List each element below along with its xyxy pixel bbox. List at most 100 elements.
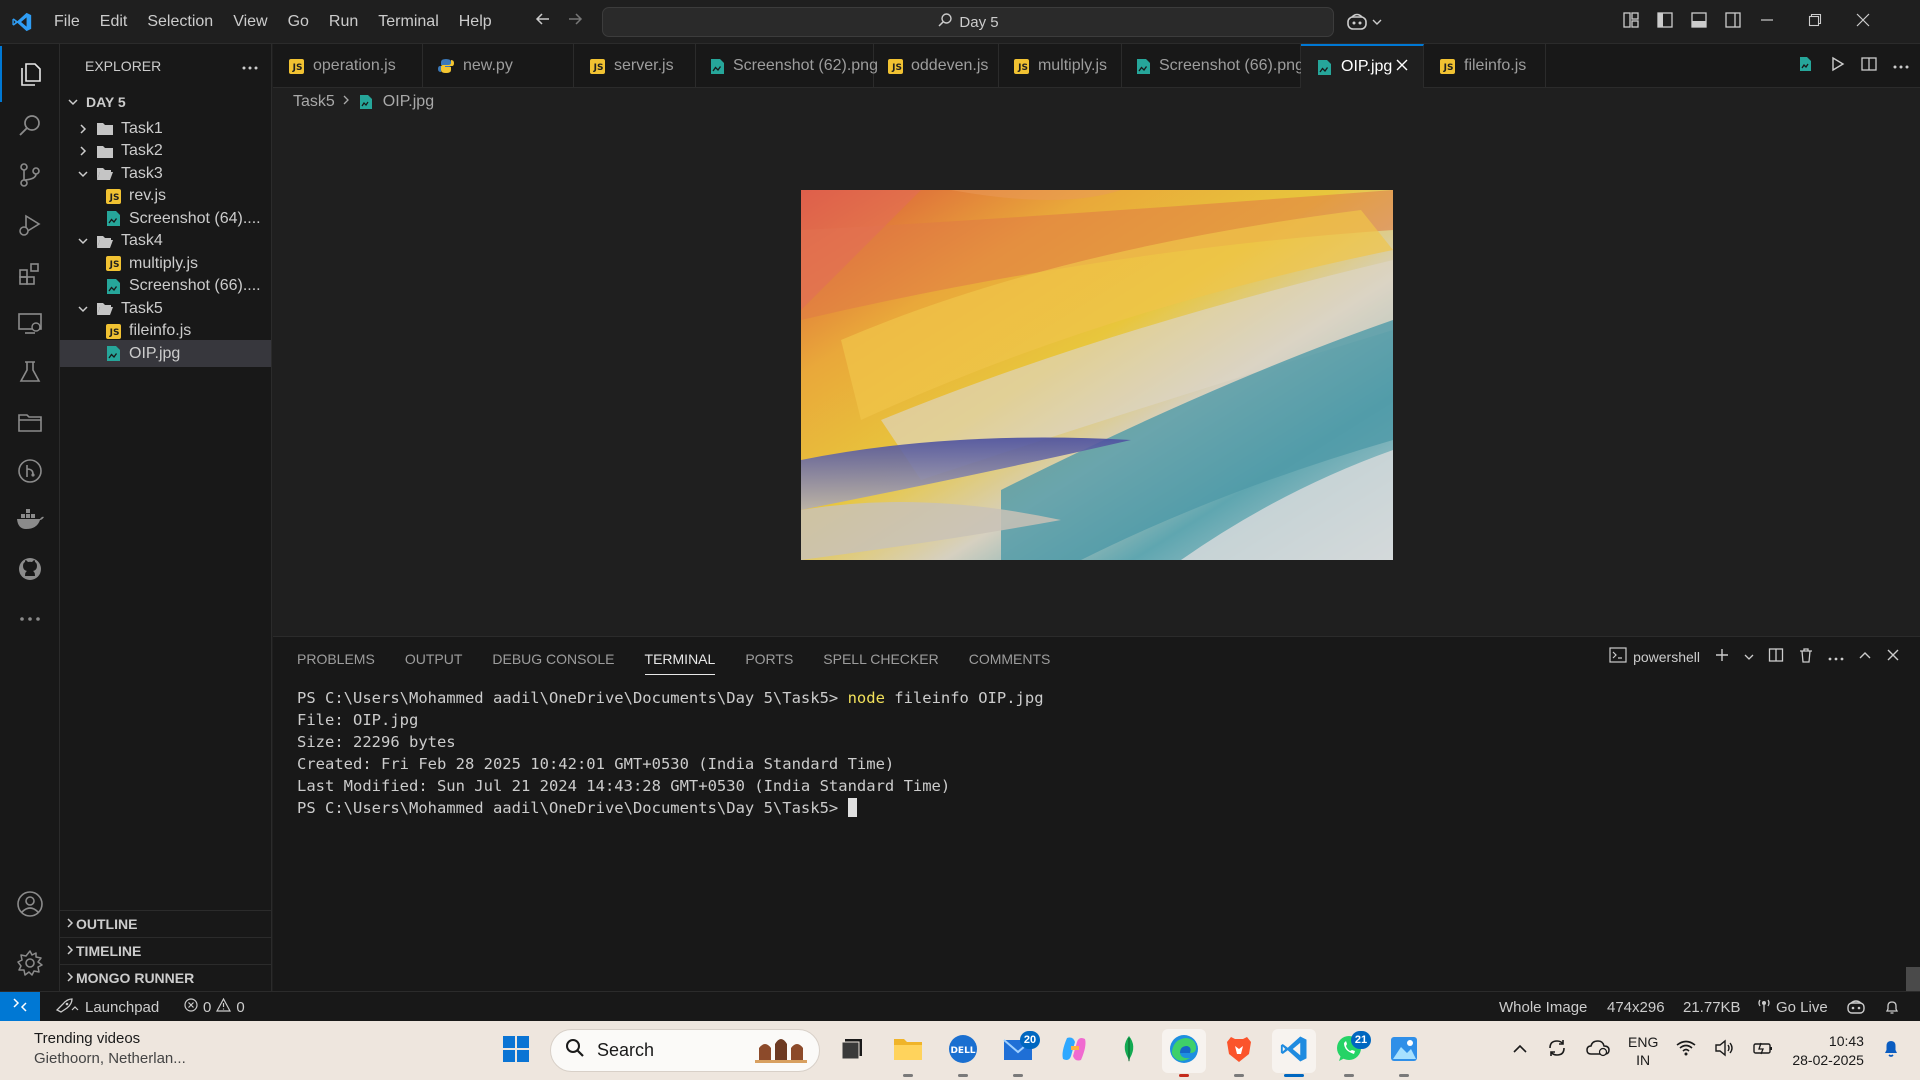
split-terminal-icon[interactable] bbox=[1768, 647, 1784, 666]
more-panel-actions-icon[interactable] bbox=[1828, 649, 1844, 665]
panel-tab-comments[interactable]: COMMENTS bbox=[969, 649, 1051, 675]
editor-tab[interactable]: OIP.jpg bbox=[1301, 44, 1424, 88]
notifications-bell-icon[interactable] bbox=[1884, 992, 1900, 1022]
run-debug-icon[interactable] bbox=[0, 196, 60, 252]
show-hidden-icons-chevron-icon[interactable] bbox=[1512, 1042, 1528, 1060]
terminal-profile-selector[interactable]: powershell bbox=[1609, 647, 1700, 666]
taskbar-dell-app[interactable]: DELL bbox=[941, 1029, 985, 1077]
zoom-mode[interactable]: Whole Image bbox=[1499, 992, 1587, 1022]
panel-tab-ports[interactable]: PORTS bbox=[745, 649, 793, 675]
go-live-button[interactable]: Go Live bbox=[1757, 992, 1828, 1022]
testing-icon[interactable] bbox=[0, 344, 60, 400]
customize-layout-icon[interactable] bbox=[1622, 11, 1640, 34]
notification-bell-icon[interactable] bbox=[1882, 1038, 1900, 1063]
widgets-news[interactable]: Trending videos Giethoorn, Netherlan... bbox=[34, 1029, 186, 1069]
battery-icon[interactable] bbox=[1752, 1040, 1774, 1061]
maximize-panel-icon[interactable] bbox=[1858, 648, 1872, 665]
taskbar-brave[interactable] bbox=[1217, 1029, 1261, 1077]
onedrive-cloud-icon[interactable] bbox=[1586, 1039, 1610, 1062]
more-views-icon[interactable] bbox=[0, 591, 60, 647]
outline-section[interactable]: OUTLINE bbox=[60, 910, 271, 937]
launchpad-item[interactable]: Launchpad bbox=[54, 992, 159, 1022]
menu-selection[interactable]: Selection bbox=[137, 7, 223, 37]
toggle-primary-sidebar-icon[interactable] bbox=[1656, 11, 1674, 34]
panel-tab-debug-console[interactable]: DEBUG CONSOLE bbox=[492, 649, 614, 675]
breadcrumb-folder[interactable]: Task5 bbox=[293, 93, 335, 111]
task-view-button[interactable] bbox=[830, 1029, 874, 1073]
new-terminal-icon[interactable] bbox=[1714, 647, 1730, 666]
menu-run[interactable]: Run bbox=[319, 7, 368, 37]
terminal-scrollbar[interactable] bbox=[1906, 967, 1920, 992]
timeline-section[interactable]: TIMELINE bbox=[60, 937, 271, 964]
volume-icon[interactable] bbox=[1714, 1039, 1734, 1062]
start-button[interactable] bbox=[494, 1029, 538, 1073]
search-view-icon[interactable] bbox=[0, 98, 60, 154]
editor-tab[interactable]: JS server.js bbox=[574, 44, 696, 88]
taskbar-whatsapp[interactable]: 21 bbox=[1327, 1029, 1371, 1077]
taskbar-search[interactable]: Search bbox=[550, 1029, 820, 1072]
taskbar-copilot[interactable] bbox=[1052, 1029, 1096, 1073]
taskbar-mongodb[interactable] bbox=[1107, 1029, 1151, 1073]
taskbar-vscode[interactable] bbox=[1272, 1029, 1316, 1077]
command-center-search[interactable]: Day 5 bbox=[602, 7, 1334, 37]
docker-icon[interactable] bbox=[0, 492, 60, 548]
clock[interactable]: 10:43 28-02-2025 bbox=[1792, 1032, 1864, 1070]
menu-file[interactable]: File bbox=[44, 7, 90, 37]
forward-arrow-icon[interactable] bbox=[566, 10, 584, 33]
remote-explorer-icon[interactable] bbox=[0, 295, 60, 351]
copilot-status-icon[interactable] bbox=[1846, 992, 1866, 1022]
workspace-root[interactable]: DAY 5 bbox=[60, 88, 271, 115]
remote-indicator[interactable] bbox=[0, 992, 40, 1022]
taskbar-file-explorer[interactable] bbox=[886, 1029, 930, 1077]
back-arrow-icon[interactable] bbox=[534, 10, 552, 33]
extensions-icon[interactable] bbox=[0, 246, 60, 302]
close-window-icon[interactable] bbox=[1856, 13, 1870, 32]
editor-tab[interactable]: JS oddeven.js bbox=[874, 44, 999, 88]
split-editor-icon[interactable] bbox=[1860, 55, 1878, 78]
tree-file[interactable]: OIP.jpg bbox=[60, 340, 271, 367]
breadcrumb-file[interactable]: OIP.jpg bbox=[383, 93, 434, 111]
menu-help[interactable]: Help bbox=[449, 7, 502, 37]
editor-tab[interactable]: Screenshot (62).png bbox=[696, 44, 878, 88]
taskbar-mail[interactable]: 20 bbox=[996, 1029, 1040, 1077]
toggle-secondary-sidebar-icon[interactable] bbox=[1724, 11, 1742, 34]
menu-go[interactable]: Go bbox=[278, 7, 319, 37]
menu-edit[interactable]: Edit bbox=[90, 7, 138, 37]
editor-tab[interactable]: JS multiply.js bbox=[999, 44, 1122, 88]
source-control-icon[interactable] bbox=[0, 147, 60, 203]
git-graph-icon[interactable] bbox=[0, 443, 60, 499]
terminal-output[interactable]: PS C:\Users\Mohammed aadil\OneDrive\Docu… bbox=[297, 687, 1044, 819]
more-actions-icon[interactable] bbox=[241, 58, 259, 74]
explorer-icon[interactable] bbox=[0, 46, 60, 102]
restore-icon[interactable] bbox=[1808, 13, 1822, 32]
menu-view[interactable]: View bbox=[223, 7, 277, 37]
problems-item[interactable]: 0 0 bbox=[184, 992, 245, 1022]
editor-tab[interactable]: Screenshot (66).png bbox=[1122, 44, 1304, 88]
github-icon[interactable] bbox=[0, 541, 60, 597]
input-language[interactable]: ENG IN bbox=[1628, 1033, 1658, 1069]
panel-tab-problems[interactable]: PROBLEMS bbox=[297, 649, 375, 675]
panel-tab-output[interactable]: OUTPUT bbox=[405, 649, 463, 675]
open-preview-icon[interactable] bbox=[1796, 55, 1814, 78]
taskbar-photos[interactable] bbox=[1382, 1029, 1426, 1077]
panel-tab-terminal[interactable]: TERMINAL bbox=[644, 649, 716, 675]
terminal-dropdown-icon[interactable] bbox=[1744, 649, 1754, 665]
editor-tab[interactable]: JS fileinfo.js bbox=[1424, 44, 1546, 88]
settings-gear-icon[interactable] bbox=[0, 935, 60, 991]
menu-terminal[interactable]: Terminal bbox=[368, 7, 448, 37]
project-manager-icon[interactable] bbox=[0, 394, 60, 450]
kill-terminal-icon[interactable] bbox=[1798, 647, 1814, 666]
taskbar-edge[interactable] bbox=[1162, 1029, 1206, 1077]
editor-tab[interactable]: new.py bbox=[423, 44, 574, 88]
close-panel-icon[interactable] bbox=[1886, 648, 1900, 665]
accounts-icon[interactable] bbox=[0, 876, 60, 932]
more-editor-actions-icon[interactable] bbox=[1892, 57, 1910, 75]
run-icon[interactable] bbox=[1828, 55, 1846, 78]
minimize-icon[interactable] bbox=[1760, 13, 1774, 32]
panel-tab-spell-checker[interactable]: SPELL CHECKER bbox=[823, 649, 938, 675]
toggle-panel-icon[interactable] bbox=[1690, 11, 1708, 34]
copilot-button[interactable] bbox=[1346, 0, 1383, 44]
sync-icon[interactable] bbox=[1546, 1037, 1568, 1064]
wifi-icon[interactable] bbox=[1676, 1040, 1696, 1061]
mongo-runner-section[interactable]: MONGO RUNNER bbox=[60, 964, 271, 991]
